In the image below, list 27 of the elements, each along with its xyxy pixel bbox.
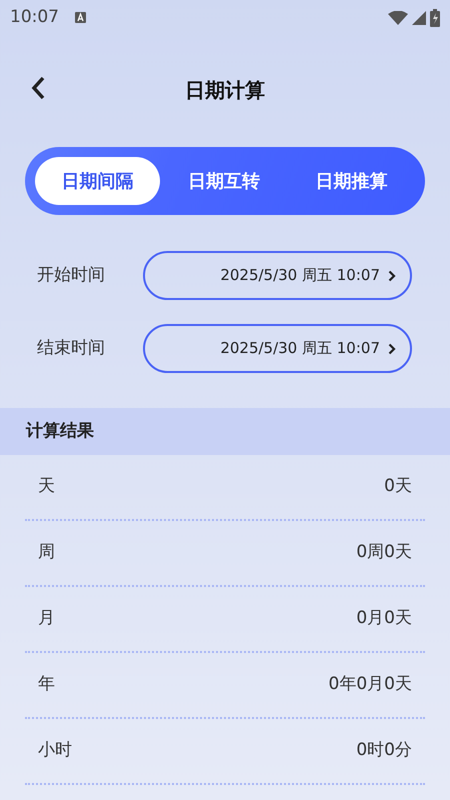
result-label: 月 [38,607,55,630]
date-picker[interactable]: 2025/5/30 周五 10:07 [143,324,412,373]
chevron-icon [388,342,396,354]
signal-icon [412,10,426,24]
result-value: 0月0天 [356,607,412,630]
result-label: 年 [38,673,55,696]
status-time: 10:07 [10,6,59,29]
tab[interactable]: 日期间隔 [35,157,160,205]
result-label: 周 [38,541,55,564]
page-title: 日期计算 [185,77,265,104]
keyboard-icon [75,12,86,23]
result-value: 0时0分 [356,739,412,762]
result-label: 小时 [38,739,72,762]
tab[interactable]: 日期推算 [288,157,415,205]
field-label: 开始时间 [37,264,106,287]
field-label: 结束时间 [37,336,106,360]
result-value: 0年0月0天 [328,673,412,696]
result-value: 0周0天 [356,541,412,564]
wifi-icon [388,10,408,24]
date-picker[interactable]: 2025/5/30 周五 10:07 [143,251,412,300]
tab[interactable]: 日期互转 [160,157,288,205]
section-header: 计算结果 [0,408,450,455]
result-label: 天 [38,475,55,498]
chevron-icon [388,270,396,282]
result-value: 0天 [384,475,412,498]
back-button[interactable] [30,75,46,101]
battery-icon [430,8,440,26]
